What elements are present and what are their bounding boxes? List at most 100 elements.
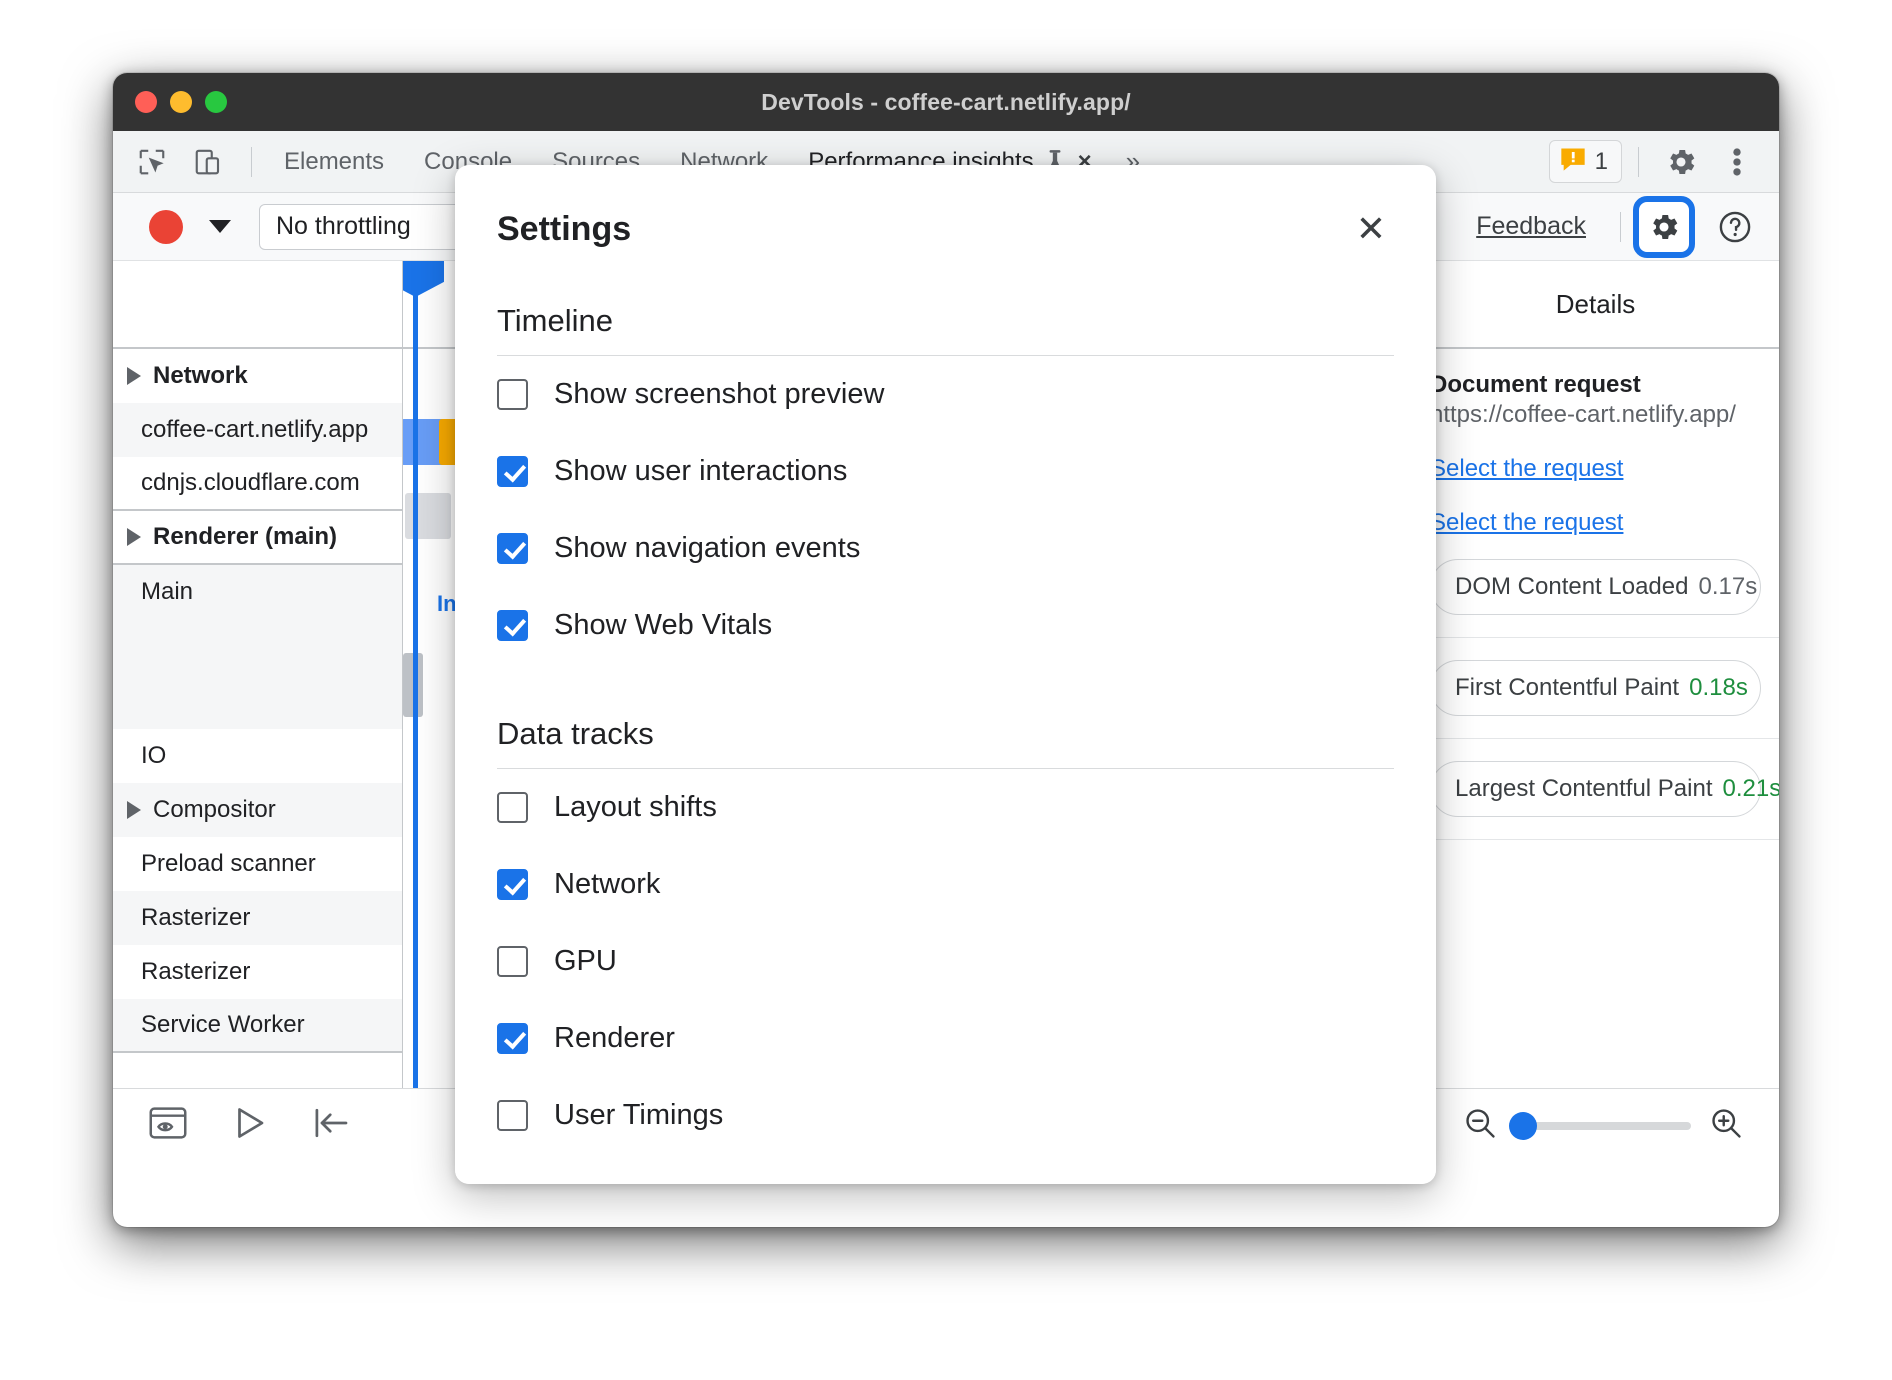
sidebar-item-label: Compositor — [153, 796, 276, 824]
option-show-web-vitals[interactable]: Show Web Vitals — [497, 587, 1394, 664]
checkbox[interactable] — [497, 1100, 528, 1131]
settings-dialog-title: Settings — [497, 210, 631, 249]
zoom-controls — [1463, 1106, 1779, 1145]
help-button[interactable] — [1709, 201, 1761, 253]
sidebar-item-label: coffee-cart.netlify.app — [141, 416, 368, 444]
three-dots-icon[interactable] — [1711, 138, 1763, 186]
jump-to-start-icon[interactable] — [313, 1106, 349, 1145]
sidebar-item-label: Service Worker — [141, 1011, 305, 1039]
throttling-value: No throttling — [276, 212, 411, 241]
option-user-timings[interactable]: User Timings — [497, 1077, 1394, 1154]
sidebar-group-network[interactable]: Network — [113, 349, 402, 403]
metric-pill-fcp: First Contentful Paint 0.18s — [1430, 660, 1761, 716]
option-label: User Timings — [554, 1099, 723, 1132]
metric-divider — [1412, 839, 1779, 840]
details-header: Details — [1412, 261, 1779, 349]
actions-divider — [1638, 147, 1639, 177]
option-label: Network — [554, 868, 660, 901]
option-renderer[interactable]: Renderer — [497, 1000, 1394, 1077]
tabstrip-actions: 1 — [1549, 138, 1779, 186]
metric-value: 0.21s — [1723, 775, 1780, 803]
close-window-button[interactable] — [135, 91, 157, 113]
metric-pill-lcp: Largest Contentful Paint 0.21s — [1430, 761, 1761, 817]
device-toolbar-icon[interactable] — [183, 139, 233, 185]
feedback-link[interactable]: Feedback — [1476, 212, 1586, 241]
sidebar-item-preload-scanner[interactable]: Preload scanner — [113, 837, 402, 891]
details-link-1[interactable]: Select the request — [1412, 429, 1779, 483]
maximize-window-button[interactable] — [205, 91, 227, 113]
sidebar-item-rasterizer-1[interactable]: Rasterizer — [113, 891, 402, 945]
expand-triangle-icon[interactable] — [127, 528, 141, 546]
metric-value: 0.17s — [1698, 573, 1757, 601]
sidebar-group-renderer-main[interactable]: Renderer (main) — [113, 511, 402, 565]
expand-triangle-icon[interactable] — [127, 801, 141, 819]
option-label: Layout shifts — [554, 791, 717, 824]
sidebar-item-compositor[interactable]: Compositor — [113, 783, 402, 837]
option-show-navigation-events[interactable]: Show navigation events — [497, 510, 1394, 587]
zoom-slider-thumb[interactable] — [1509, 1112, 1537, 1140]
checkbox[interactable] — [497, 533, 528, 564]
sidebar-item-main[interactable]: Main — [113, 565, 402, 619]
option-show-user-interactions[interactable]: Show user interactions — [497, 433, 1394, 510]
checkbox[interactable] — [497, 456, 528, 487]
record-button[interactable] — [149, 210, 183, 244]
chevron-down-icon[interactable] — [209, 220, 231, 233]
tab-elements[interactable]: Elements — [264, 131, 404, 193]
track-sidebar: Network coffee-cart.netlify.app cdnjs.cl… — [113, 261, 403, 1088]
zoom-slider[interactable] — [1515, 1122, 1691, 1130]
option-label: GPU — [554, 945, 617, 978]
metric-pill-dcl: DOM Content Loaded 0.17s — [1430, 559, 1761, 615]
tab-label: Elements — [284, 148, 384, 176]
sidebar-item-label: IO — [141, 742, 166, 770]
metric-name: Largest Contentful Paint — [1455, 775, 1713, 803]
option-label: Show Web Vitals — [554, 609, 772, 642]
warning-badge[interactable]: 1 — [1549, 140, 1622, 183]
details-panel: Details Document request https://coffee-… — [1411, 261, 1779, 1088]
details-url: https://coffee-cart.netlify.app/ — [1412, 399, 1779, 429]
option-label: Show screenshot preview — [554, 378, 884, 411]
details-title: Document request — [1412, 371, 1779, 399]
settings-gear-button[interactable] — [1633, 196, 1695, 258]
inspect-cursor-icon[interactable] — [127, 139, 177, 185]
performance-toolbar-right: Feedback — [1476, 196, 1779, 258]
checkbox[interactable] — [497, 792, 528, 823]
option-layout-shifts[interactable]: Layout shifts — [497, 769, 1394, 846]
sidebar-item-rasterizer-2[interactable]: Rasterizer — [113, 945, 402, 999]
section-title: Timeline — [497, 303, 1394, 339]
checkbox[interactable] — [497, 610, 528, 641]
sidebar-item-service-worker[interactable]: Service Worker — [113, 999, 402, 1053]
settings-section-data-tracks: Data tracks Layout shifts Network GPU Re… — [455, 716, 1436, 1154]
sidebar-item-io[interactable]: IO — [113, 729, 402, 783]
sidebar-item-cdnjs[interactable]: cdnjs.cloudflare.com — [113, 457, 402, 511]
sidebar-group-label: Network — [153, 362, 248, 390]
close-icon[interactable]: ✕ — [1348, 207, 1394, 251]
sidebar-item-label: Rasterizer — [141, 904, 250, 932]
metric-name: First Contentful Paint — [1455, 674, 1679, 702]
zoom-in-icon[interactable] — [1709, 1106, 1743, 1145]
settings-dialog-header: Settings ✕ — [455, 165, 1436, 251]
option-label: Show user interactions — [554, 455, 847, 488]
checkbox[interactable] — [497, 1023, 528, 1054]
metric-name: DOM Content Loaded — [1455, 573, 1688, 601]
checkbox[interactable] — [497, 946, 528, 977]
minimize-window-button[interactable] — [170, 91, 192, 113]
filmstrip-eye-icon[interactable] — [149, 1106, 187, 1145]
details-body: Document request https://coffee-cart.net… — [1412, 349, 1779, 840]
option-label: Renderer — [554, 1022, 675, 1055]
zoom-out-icon[interactable] — [1463, 1106, 1497, 1145]
expand-triangle-icon[interactable] — [127, 367, 141, 385]
checkbox[interactable] — [497, 869, 528, 900]
play-icon[interactable] — [233, 1105, 267, 1146]
sidebar-item-coffee-cart[interactable]: coffee-cart.netlify.app — [113, 403, 402, 457]
gear-icon[interactable] — [1655, 138, 1707, 186]
option-network[interactable]: Network — [497, 846, 1394, 923]
sidebar-group-label: Renderer (main) — [153, 523, 337, 551]
timeline-playhead[interactable] — [413, 261, 418, 1088]
details-link-2[interactable]: Select the request — [1412, 483, 1779, 537]
tabstrip-tools — [113, 139, 264, 185]
dialog-scroll-fade — [455, 1150, 1436, 1184]
option-show-screenshot-preview[interactable]: Show screenshot preview — [497, 356, 1394, 433]
checkbox[interactable] — [497, 379, 528, 410]
sidebar-main-thread-block: Main — [113, 565, 402, 729]
option-gpu[interactable]: GPU — [497, 923, 1394, 1000]
